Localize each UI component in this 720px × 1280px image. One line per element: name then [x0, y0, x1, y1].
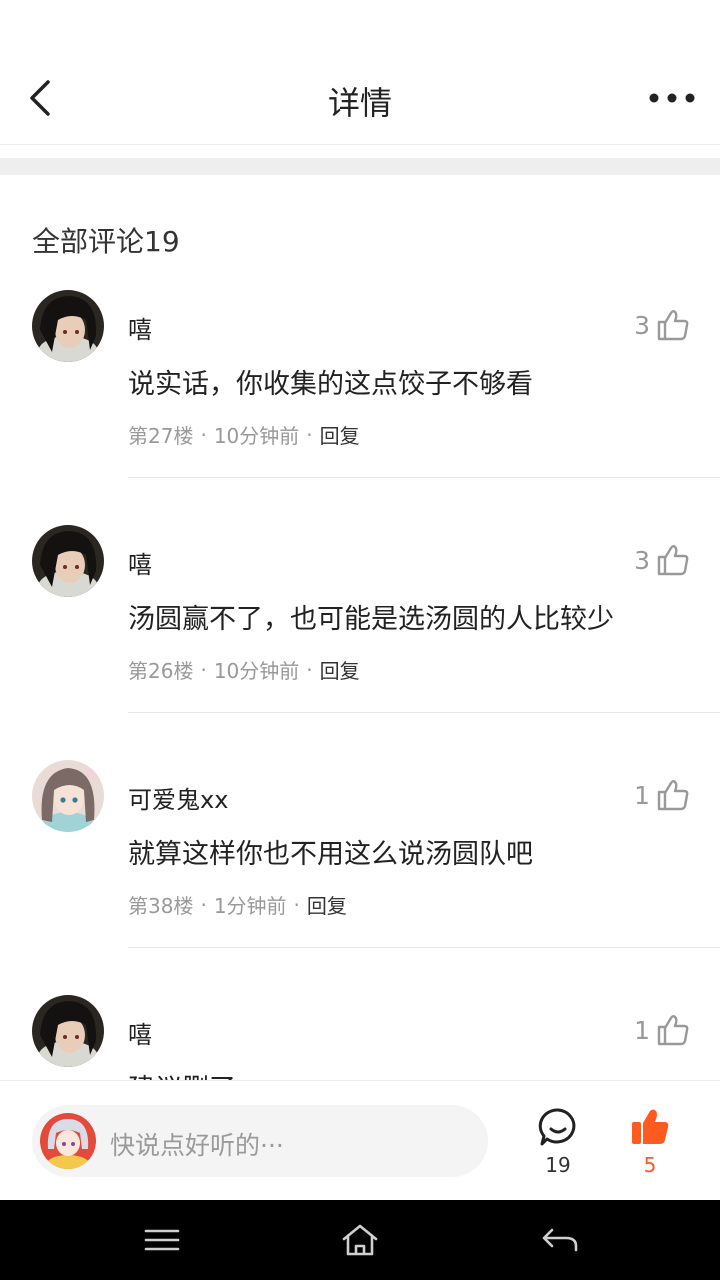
comment-like-button[interactable]: 1 — [634, 778, 690, 812]
reply-button[interactable]: 回复 — [307, 890, 347, 919]
comment-input-placeholder: 快说点好听的··· — [110, 1131, 284, 1160]
section-separator — [0, 158, 720, 175]
comment-username[interactable]: 嘻 — [128, 1015, 152, 1050]
comment-username[interactable]: 嘻 — [128, 545, 152, 580]
comment-list[interactable]: 嘻 3 说实话，你收集的这点饺子不够看 第27楼 · 10分钟前 · 回复 嘻 … — [0, 290, 720, 1080]
dark-hair-avatar-icon — [32, 290, 104, 362]
more-button[interactable] — [648, 84, 696, 112]
comment-divider — [128, 712, 720, 713]
comment-time: 10分钟前 — [213, 424, 300, 448]
comment-floor: 第38楼 — [128, 894, 194, 918]
anime-girl-avatar-icon — [32, 760, 104, 832]
comment-item: 嘻 1 建议删了 — [0, 995, 720, 1080]
comment-like-count: 3 — [634, 310, 650, 340]
more-horizontal-icon — [649, 93, 695, 103]
comment-item: 可爱鬼xx 1 就算这样你也不用这么说汤圆队吧 第38楼 · 1分钟前 · 回复 — [0, 760, 720, 995]
comment-like-button[interactable]: 3 — [634, 543, 690, 577]
comment-like-count: 1 — [634, 1015, 650, 1045]
thumbs-up-icon — [657, 310, 689, 341]
comment-count-button[interactable]: 19 — [528, 1107, 588, 1177]
comment-text: 建议删了 — [128, 1067, 236, 1080]
home-button[interactable] — [340, 1222, 380, 1258]
comment-username[interactable]: 嘻 — [128, 310, 152, 345]
app-header: 详情 — [0, 0, 720, 145]
comment-like-count: 3 — [634, 545, 650, 575]
comment-meta: 第26楼 · 10分钟前 · 回复 — [128, 655, 360, 684]
comment-floor: 第26楼 — [128, 659, 194, 683]
dark-hair-avatar-icon — [32, 995, 104, 1067]
comment-item: 嘻 3 说实话，你收集的这点饺子不够看 第27楼 · 10分钟前 · 回复 — [0, 290, 720, 525]
menu-icon — [144, 1229, 180, 1251]
menu-button[interactable] — [142, 1222, 182, 1258]
comment-text: 汤圆赢不了，也可能是选汤圆的人比较少 — [128, 604, 614, 635]
comments-header: 全部评论19 — [32, 225, 180, 258]
meta-separator: · — [306, 422, 313, 447]
system-back-button[interactable] — [540, 1222, 580, 1258]
like-count: 5 — [643, 1153, 657, 1177]
comment-username[interactable]: 可爱鬼xx — [128, 780, 228, 815]
back-arrow-icon — [542, 1228, 578, 1252]
like-button[interactable]: 5 — [620, 1107, 680, 1177]
thumbs-up-icon — [657, 1015, 689, 1046]
comment-like-count: 1 — [634, 780, 650, 810]
comment-meta: 第38楼 · 1分钟前 · 回复 — [128, 890, 347, 919]
home-icon — [342, 1224, 378, 1256]
thumbs-up-icon — [657, 780, 689, 811]
meta-separator: · — [306, 657, 313, 682]
bottom-action-bar: 快说点好听的··· 19 5 — [0, 1080, 720, 1200]
comment-count: 19 — [545, 1153, 571, 1177]
meta-separator: · — [200, 657, 207, 682]
thumbs-up-filled-icon — [632, 1109, 669, 1144]
avatar[interactable] — [32, 290, 104, 362]
comment-time: 10分钟前 — [213, 659, 300, 683]
system-nav-bar — [0, 1200, 720, 1280]
comment-time: 1分钟前 — [213, 894, 287, 918]
reply-button[interactable]: 回复 — [320, 420, 360, 449]
page-title: 详情 — [327, 84, 392, 122]
avatar[interactable] — [32, 760, 104, 832]
avatar[interactable] — [32, 995, 104, 1067]
anime-avatar-icon — [40, 1113, 96, 1169]
comment-meta: 第27楼 · 10分钟前 · 回复 — [128, 420, 360, 449]
reply-button[interactable]: 回复 — [320, 655, 360, 684]
dark-hair-avatar-icon — [32, 525, 104, 597]
comment-bubble-icon — [538, 1108, 576, 1146]
my-avatar — [40, 1113, 96, 1169]
avatar[interactable] — [32, 525, 104, 597]
comment-input[interactable]: 快说点好听的··· — [32, 1105, 488, 1177]
comment-like-button[interactable]: 1 — [634, 1013, 690, 1047]
meta-separator: · — [293, 892, 300, 917]
comment-like-button[interactable]: 3 — [634, 308, 690, 342]
comment-text: 说实话，你收集的这点饺子不够看 — [128, 369, 533, 400]
comment-item: 嘻 3 汤圆赢不了，也可能是选汤圆的人比较少 第26楼 · 10分钟前 · 回复 — [0, 525, 720, 760]
comment-divider — [128, 947, 720, 948]
comment-divider — [128, 477, 720, 478]
comment-floor: 第27楼 — [128, 424, 194, 448]
comment-text: 就算这样你也不用这么说汤圆队吧 — [128, 839, 533, 870]
meta-separator: · — [200, 892, 207, 917]
thumbs-up-icon — [657, 545, 689, 576]
meta-separator: · — [200, 422, 207, 447]
